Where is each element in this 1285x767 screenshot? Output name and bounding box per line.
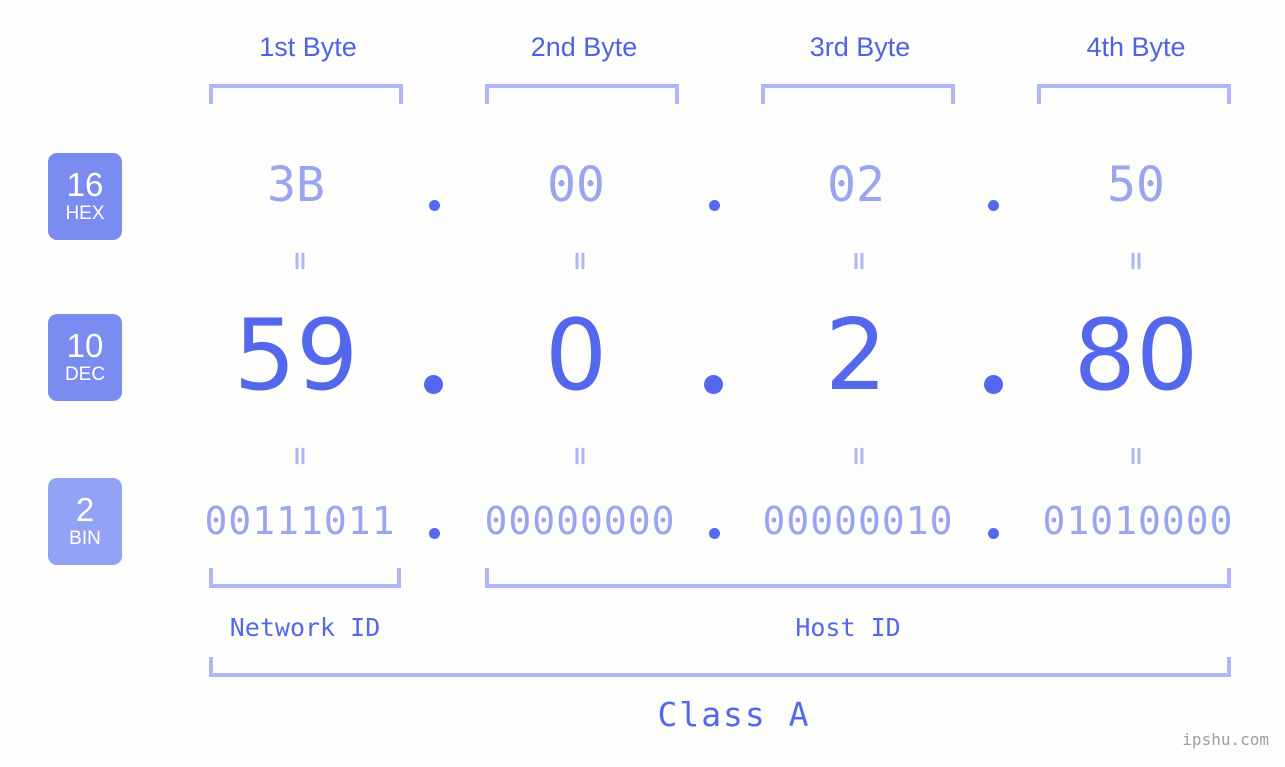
bin-byte-2: 00000000 (484, 499, 676, 543)
base-badge-bin-name: BIN (69, 528, 101, 549)
base-badge-hex-number: 16 (66, 166, 104, 203)
ip-address-breakdown-diagram: 1st Byte 2nd Byte 3rd Byte 4th Byte 16 H… (0, 0, 1285, 767)
bin-separator-3 (988, 528, 999, 539)
dec-byte-3: 2 (824, 299, 888, 413)
base-badge-bin-number: 2 (75, 491, 95, 528)
class-bracket (209, 657, 1231, 677)
bin-byte-3: 00000010 (762, 499, 954, 543)
equals-hex-dec-2: = (565, 250, 595, 272)
byte-bracket-2 (485, 84, 679, 104)
base-badge-hex-name: HEX (65, 203, 105, 224)
byte-header-3: 3rd Byte (809, 32, 911, 62)
base-badge-bin: 2 BIN (48, 478, 122, 565)
host-id-bracket (485, 568, 1231, 588)
dec-separator-3 (984, 375, 1003, 394)
base-badge-dec-number: 10 (66, 327, 104, 364)
bin-byte-1: 00111011 (204, 499, 396, 543)
byte-bracket-1 (209, 84, 403, 104)
hex-byte-1: 3B (267, 157, 325, 213)
dec-byte-2: 0 (544, 299, 608, 413)
hex-byte-2: 00 (547, 157, 605, 213)
hex-byte-4: 50 (1107, 157, 1165, 213)
dec-byte-4: 80 (1073, 299, 1199, 413)
equals-hex-dec-4: = (1121, 250, 1151, 272)
dec-separator-2 (704, 375, 723, 394)
hex-byte-3: 02 (827, 157, 885, 213)
bin-separator-1 (429, 528, 440, 539)
network-id-bracket (209, 568, 401, 588)
dec-separator-1 (424, 375, 443, 394)
bin-byte-4: 01010000 (1042, 499, 1234, 543)
byte-bracket-4 (1037, 84, 1231, 104)
hex-separator-2 (709, 200, 720, 211)
byte-header-1: 1st Byte (259, 32, 357, 62)
bin-separator-2 (709, 528, 720, 539)
equals-dec-bin-2: = (565, 445, 595, 467)
dec-byte-1: 59 (233, 299, 359, 413)
byte-header-4: 4th Byte (1086, 32, 1186, 62)
equals-hex-dec-3: = (844, 250, 874, 272)
byte-bracket-3 (761, 84, 955, 104)
byte-header-2: 2nd Byte (530, 32, 638, 62)
hex-separator-1 (429, 200, 440, 211)
network-id-label: Network ID (229, 613, 381, 642)
equals-hex-dec-1: = (285, 250, 315, 272)
equals-dec-bin-3: = (844, 445, 874, 467)
host-id-label: Host ID (795, 613, 901, 642)
equals-dec-bin-1: = (285, 445, 315, 467)
hex-separator-3 (988, 200, 999, 211)
base-badge-dec-name: DEC (64, 364, 106, 385)
base-badge-hex: 16 HEX (48, 153, 122, 240)
site-watermark: ipshu.com (1182, 730, 1269, 749)
class-label: Class A (657, 695, 811, 734)
equals-dec-bin-4: = (1121, 445, 1151, 467)
base-badge-dec: 10 DEC (48, 314, 122, 401)
